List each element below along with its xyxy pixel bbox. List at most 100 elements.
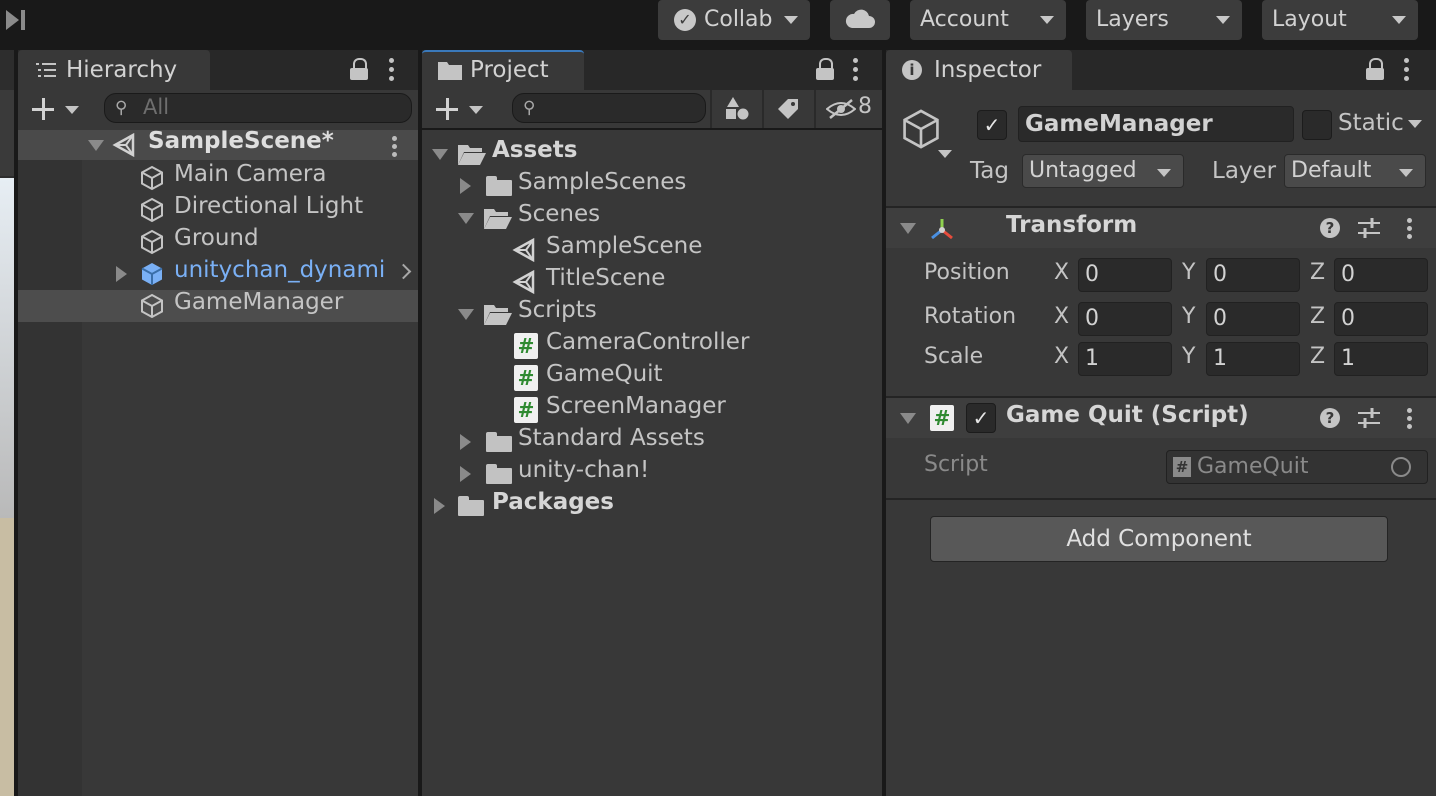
chevron-down-icon [938, 150, 952, 158]
layer-dropdown[interactable]: Default [1284, 154, 1426, 188]
tab-project[interactable]: Project [422, 50, 584, 90]
tree-item-gamequit[interactable]: # GameQuit [422, 361, 882, 394]
tree-item-screenmanager[interactable]: # ScreenManager [422, 393, 882, 426]
position-z-field[interactable]: 0 [1334, 258, 1428, 292]
tree-item-standard-assets[interactable]: Standard Assets [422, 425, 882, 458]
rotation-x-value: 0 [1085, 306, 1099, 331]
expand-arrow-icon[interactable] [116, 266, 127, 282]
component-options-icon[interactable] [1407, 408, 1413, 432]
tree-item-scripts[interactable]: Scripts [422, 297, 882, 330]
step-button[interactable] [0, 0, 40, 40]
create-button[interactable] [434, 96, 490, 124]
tab-hierarchy[interactable]: Hierarchy [18, 50, 210, 90]
project-search-input[interactable]: ⚲ [512, 93, 706, 123]
transform-component-header[interactable]: Transform ? [886, 208, 1436, 248]
collab-dropdown[interactable]: ✓ Collab [658, 0, 810, 40]
object-name-field[interactable]: GameManager [1018, 106, 1294, 142]
tree-item-assets[interactable]: Assets [422, 137, 882, 170]
rotation-x-field[interactable]: 0 [1078, 302, 1172, 336]
chevron-down-icon [1216, 16, 1230, 24]
tree-item-label: Assets [492, 137, 578, 163]
tree-item-titlescene[interactable]: TitleScene [422, 265, 882, 298]
scale-z-field[interactable]: 1 [1334, 342, 1428, 376]
layers-dropdown[interactable]: Layers [1086, 0, 1242, 40]
layers-label: Layers [1096, 7, 1169, 32]
lock-icon[interactable] [816, 58, 834, 80]
scale-x-field[interactable]: 1 [1078, 342, 1172, 376]
position-x-field[interactable]: 0 [1078, 258, 1172, 292]
more-options-icon[interactable] [389, 58, 395, 82]
object-name-value: GameManager [1025, 111, 1213, 137]
hierarchy-item-label: Main Camera [174, 161, 327, 187]
presets-icon[interactable] [1358, 218, 1380, 238]
hierarchy-item-directional-light[interactable]: Directional Light [82, 193, 418, 226]
expand-arrow-icon[interactable] [432, 149, 448, 160]
add-component-button[interactable]: Add Component [930, 516, 1388, 562]
help-icon[interactable]: ? [1320, 408, 1340, 428]
expand-arrow-icon[interactable] [458, 213, 474, 224]
scale-y-field[interactable]: 1 [1206, 342, 1300, 376]
component-options-icon[interactable] [1407, 218, 1413, 242]
tree-item-label: Standard Assets [518, 425, 705, 451]
axis-x-label: X [1054, 304, 1070, 329]
position-y-field[interactable]: 0 [1206, 258, 1300, 292]
rotation-y-field[interactable]: 0 [1206, 302, 1300, 336]
expand-arrow-icon[interactable] [460, 434, 471, 450]
chevron-down-icon [1399, 169, 1413, 177]
scale-y-value: 1 [1213, 346, 1227, 371]
help-icon[interactable]: ? [1320, 218, 1340, 238]
expand-arrow-icon[interactable] [458, 309, 474, 320]
tree-item-label: Scripts [518, 297, 597, 323]
main-toolbar: ✓ Collab Account Layers Layout [0, 0, 1436, 50]
gameobject-icon [141, 197, 163, 223]
layer-value: Default [1291, 158, 1372, 183]
more-options-icon[interactable] [853, 58, 859, 82]
static-checkbox[interactable] [1302, 110, 1332, 140]
script-component-title: Game Quit (Script) [1006, 402, 1249, 428]
tree-item-scenes[interactable]: Scenes [422, 201, 882, 234]
tree-item-samplescene[interactable]: SampleScene [422, 233, 882, 266]
script-component-header[interactable]: # ✓ Game Quit (Script) ? [886, 398, 1436, 438]
prefab-icon [141, 263, 163, 285]
active-checkbox[interactable]: ✓ [977, 110, 1007, 140]
rotation-z-field[interactable]: 0 [1334, 302, 1428, 336]
tree-item-unity-chan[interactable]: unity-chan! [422, 457, 882, 490]
expand-arrow-icon[interactable] [460, 466, 471, 482]
more-options-icon[interactable] [1404, 58, 1410, 82]
scene-options-icon[interactable] [392, 136, 398, 160]
axis-z-label: Z [1310, 304, 1326, 329]
scene-header-row[interactable]: SampleScene* [18, 128, 418, 160]
object-icon-picker[interactable] [898, 106, 958, 162]
chevron-down-icon [784, 16, 798, 24]
layout-dropdown[interactable]: Layout [1262, 0, 1418, 40]
account-dropdown[interactable]: Account [910, 0, 1066, 40]
hidden-packages-toggle[interactable]: 8 [816, 90, 882, 128]
filter-by-label-button[interactable] [764, 90, 814, 128]
create-button[interactable] [30, 96, 86, 124]
tree-item-cameracontroller[interactable]: # CameraController [422, 329, 882, 362]
presets-icon[interactable] [1358, 408, 1380, 428]
static-dropdown-icon[interactable] [1408, 120, 1422, 128]
lock-icon[interactable] [350, 58, 368, 80]
object-picker-icon[interactable] [1391, 457, 1411, 477]
collapse-arrow-icon[interactable] [900, 223, 916, 234]
lock-icon[interactable] [1366, 58, 1384, 80]
hierarchy-item-unitychan[interactable]: unitychan_dynamic [82, 258, 418, 290]
tree-item-packages[interactable]: Packages [422, 489, 882, 522]
hierarchy-item-ground[interactable]: Ground [82, 225, 418, 258]
hierarchy-search-input[interactable]: ⚲ All [104, 93, 412, 123]
tag-dropdown[interactable]: Untagged [1022, 154, 1184, 188]
cloud-button[interactable] [830, 0, 890, 40]
collapse-arrow-icon[interactable] [900, 413, 916, 424]
tree-item-samplescenes[interactable]: SampleScenes [422, 169, 882, 202]
expand-arrow-icon[interactable] [88, 140, 104, 151]
tab-inspector[interactable]: i Inspector [886, 50, 1072, 90]
chevron-right-icon[interactable] [395, 263, 412, 280]
hierarchy-item-gamemanager[interactable]: GameManager [18, 289, 418, 322]
component-enabled-checkbox[interactable]: ✓ [966, 403, 996, 433]
axis-z-label: Z [1310, 344, 1326, 369]
expand-arrow-icon[interactable] [460, 178, 471, 194]
expand-arrow-icon[interactable] [434, 498, 445, 514]
filter-by-type-button[interactable] [714, 90, 762, 128]
hierarchy-item-main-camera[interactable]: Main Camera [82, 161, 418, 194]
